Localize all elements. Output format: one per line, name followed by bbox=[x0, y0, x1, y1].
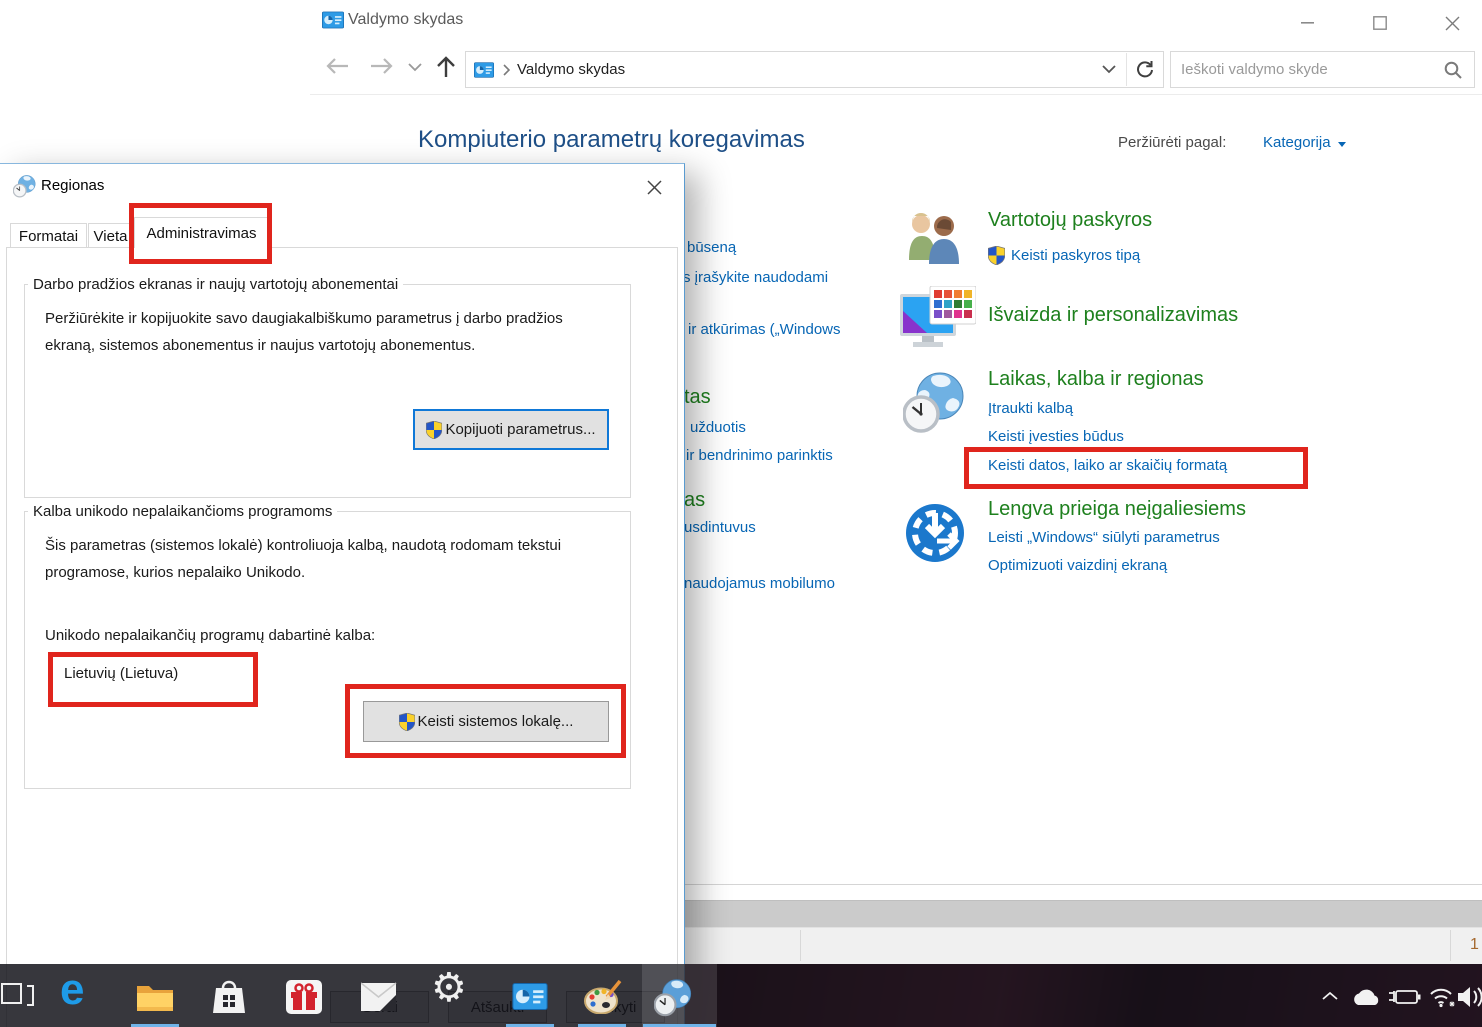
window-title: Valdymo skydas bbox=[348, 11, 463, 29]
category-user-accounts[interactable]: Vartotojų paskyros bbox=[988, 209, 1152, 232]
region-dialog: Regionas Formatai Vieta Administravimas … bbox=[0, 163, 685, 1027]
status-item-count: 1 bbox=[1470, 936, 1479, 954]
task-link-fragment[interactable]: ir atkūrimas („Windows bbox=[688, 321, 841, 338]
dialog-close-icon[interactable] bbox=[636, 172, 672, 202]
recent-pages-chevron-icon[interactable] bbox=[408, 63, 422, 72]
uac-shield-icon bbox=[399, 713, 415, 731]
back-icon[interactable] bbox=[324, 56, 350, 76]
groupbox-legend: Kalba unikodo nepalaikančioms programoms bbox=[28, 503, 337, 520]
category-time-language[interactable]: Laikas, kalba ir regionas bbox=[988, 368, 1204, 391]
groupbox-description: Peržiūrėkite ir kopijuokite savo daugiak… bbox=[45, 305, 610, 359]
region-taskbar-icon[interactable] bbox=[654, 979, 692, 1017]
view-by-value[interactable]: Kategorija bbox=[1263, 134, 1331, 151]
close-button[interactable] bbox=[1437, 12, 1467, 34]
category-title-fragment[interactable]: tas bbox=[684, 386, 711, 409]
onedrive-cloud-icon[interactable] bbox=[1350, 987, 1382, 1007]
users-icon[interactable] bbox=[903, 208, 965, 266]
control-panel-icon bbox=[474, 62, 494, 78]
groupbox-legend: Darbo pradžios ekranas ir naujų vartotoj… bbox=[28, 276, 403, 293]
breadcrumb-chevron-icon bbox=[503, 64, 511, 76]
tab-formatai[interactable]: Formatai bbox=[10, 223, 87, 248]
wifi-icon[interactable] bbox=[1428, 986, 1456, 1008]
uac-shield-icon bbox=[988, 246, 1005, 265]
search-icon[interactable] bbox=[1444, 61, 1462, 79]
category-title-fragment[interactable]: as bbox=[684, 489, 705, 512]
control-panel-taskbar-icon[interactable] bbox=[512, 983, 548, 1010]
screen: Valdymo skydas Valdymo skydas Kompiuteri… bbox=[0, 0, 1482, 1027]
battery-charging-icon[interactable] bbox=[1387, 988, 1421, 1006]
store-icon[interactable] bbox=[212, 978, 246, 1014]
gift-icon[interactable] bbox=[286, 980, 322, 1014]
copy-settings-button[interactable]: Kopijuoti parametrus... bbox=[413, 409, 609, 450]
category-appearance[interactable]: Išvaizda ir personalizavimas bbox=[988, 304, 1238, 327]
link-change-account-type[interactable]: Keisti paskyros tipą bbox=[988, 246, 1140, 265]
button-label: Keisti sistemos lokalę... bbox=[418, 713, 574, 730]
dialog-title: Regionas bbox=[41, 177, 104, 194]
ease-of-access-icon[interactable] bbox=[905, 503, 965, 563]
address-bar[interactable]: Valdymo skydas bbox=[465, 51, 1164, 88]
task-link-fragment[interactable]: ir bendrinimo parinktis bbox=[686, 447, 833, 464]
uac-shield-icon bbox=[426, 421, 442, 439]
refresh-icon[interactable] bbox=[1136, 60, 1154, 80]
personalization-icon[interactable] bbox=[898, 286, 976, 354]
view-by-dropdown[interactable]: Kategorija bbox=[1263, 134, 1346, 151]
groupbox-description: Šis parametras (sistemos lokalė) kontrol… bbox=[45, 532, 610, 586]
view-by-label: Peržiūrėti pagal: bbox=[1118, 134, 1226, 151]
file-explorer-icon[interactable] bbox=[136, 982, 174, 1012]
control-panel-icon bbox=[322, 11, 344, 29]
up-icon[interactable] bbox=[436, 55, 456, 79]
page-title: Kompiuterio parametrų koregavimas bbox=[418, 126, 805, 154]
task-link-fragment[interactable]: usdintuvus bbox=[684, 519, 756, 536]
link-optimize-display[interactable]: Optimizuoti vaizdinį ekraną bbox=[988, 557, 1167, 574]
address-dropdown-chevron-icon[interactable] bbox=[1102, 65, 1116, 74]
search-input[interactable] bbox=[1171, 61, 1444, 78]
link-label[interactable]: Keisti paskyros tipą bbox=[1011, 247, 1140, 264]
search-box[interactable] bbox=[1170, 51, 1475, 88]
link-add-language[interactable]: Įtraukti kalbą bbox=[988, 400, 1073, 417]
link-change-input-methods[interactable]: Keisti įvesties būdus bbox=[988, 428, 1124, 445]
task-link-fragment[interactable]: naudojamus mobilumo bbox=[684, 575, 835, 592]
tray-chevron-up-icon[interactable] bbox=[1321, 991, 1339, 1001]
forward-icon[interactable] bbox=[369, 56, 395, 76]
status-separator bbox=[1450, 930, 1451, 961]
task-view-icon[interactable] bbox=[1, 983, 22, 1004]
task-link-fragment[interactable]: užduotis bbox=[690, 419, 746, 436]
nav-separator bbox=[310, 94, 1482, 95]
settings-gear-icon[interactable]: ⚙ bbox=[431, 968, 467, 1008]
button-label: Kopijuoti parametrus... bbox=[445, 421, 595, 438]
maximize-button[interactable] bbox=[1365, 12, 1395, 34]
edge-icon[interactable]: e bbox=[60, 968, 84, 1012]
current-language-value: Lietuvių (Lietuva) bbox=[64, 665, 178, 682]
tab-administravimas[interactable]: Administravimas bbox=[134, 217, 269, 248]
volume-icon[interactable] bbox=[1458, 986, 1482, 1008]
paint-icon[interactable] bbox=[584, 980, 622, 1014]
clock-globe-icon[interactable] bbox=[903, 372, 965, 434]
task-view-icon[interactable] bbox=[27, 985, 34, 1006]
task-link-fragment[interactable]: s įrašykite naudodami bbox=[683, 269, 828, 286]
breadcrumb[interactable]: Valdymo skydas bbox=[517, 61, 625, 78]
minimize-button[interactable] bbox=[1292, 12, 1322, 34]
status-separator bbox=[800, 930, 801, 961]
current-language-label: Unikodo nepalaikančių programų dabartinė… bbox=[45, 627, 375, 644]
region-dialog-icon bbox=[13, 175, 36, 198]
link-change-date-time-number-formats[interactable]: Keisti datos, laiko ar skaičių formatą bbox=[988, 457, 1227, 474]
chevron-down-icon bbox=[1338, 142, 1346, 147]
mail-icon[interactable] bbox=[361, 982, 397, 1012]
change-system-locale-button[interactable]: Keisti sistemos lokalę... bbox=[363, 701, 609, 742]
task-link-fragment[interactable]: būseną bbox=[687, 239, 736, 256]
link-suggest-settings[interactable]: Leisti „Windows“ siūlyti parametrus bbox=[988, 529, 1220, 546]
category-ease-of-access[interactable]: Lengva prieiga neįgaliesiems bbox=[988, 498, 1246, 521]
tab-vieta[interactable]: Vieta bbox=[88, 223, 133, 248]
